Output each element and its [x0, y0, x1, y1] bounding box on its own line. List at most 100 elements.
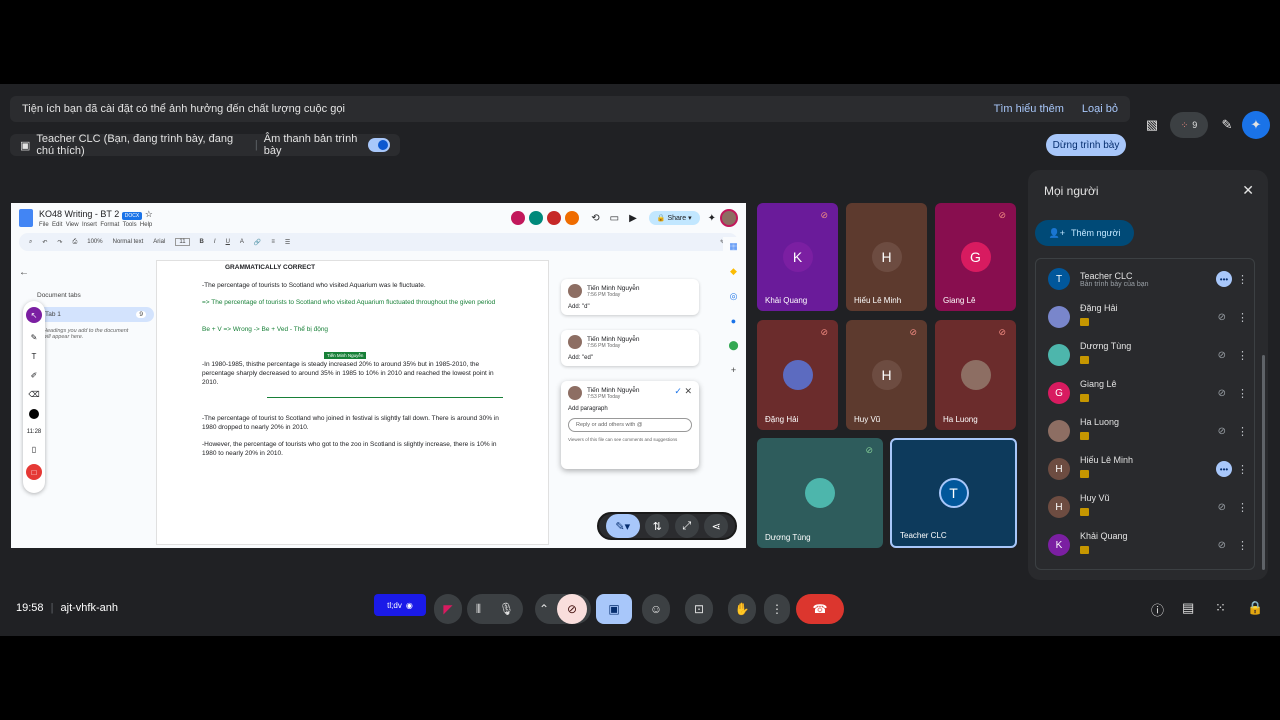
list-item[interactable]: T Teacher CLC Bản trình bày của bạn ••• ⋮: [1048, 266, 1248, 292]
more-options-icon[interactable]: ⋮: [1237, 425, 1248, 438]
list-item[interactable]: Đặng Hải ⊘ ⋮: [1048, 303, 1248, 330]
stop-annotation-icon[interactable]: □: [26, 464, 42, 480]
reply-input[interactable]: Reply or add others with @: [568, 418, 692, 432]
bold-icon[interactable]: B: [200, 239, 204, 245]
participant-tile-self[interactable]: T Teacher CLC: [890, 438, 1017, 548]
more-options-icon[interactable]: ⋮: [1237, 501, 1248, 514]
more-options-icon[interactable]: ⋮: [1237, 273, 1248, 286]
participant-tile[interactable]: ⊘ Dương Tùng: [757, 438, 883, 548]
pen-icon[interactable]: ✎: [1213, 111, 1241, 139]
calendar-icon[interactable]: ▦: [729, 241, 738, 252]
captions-button[interactable]: ⊡: [685, 594, 713, 624]
menu-insert[interactable]: Insert: [82, 222, 97, 228]
active-comment-card[interactable]: Tiến Minh Nguyễn 7:53 PM Today ✓ ✕ Add pa…: [561, 381, 699, 469]
leave-call-button[interactable]: ☎: [796, 594, 844, 624]
mic-button[interactable]: ⫴ 🎙: [467, 594, 523, 624]
activities-icon[interactable]: ⁙: [1215, 600, 1226, 616]
list-item[interactable]: Ha Luong ⊘ ⋮: [1048, 417, 1248, 444]
collaborator-avatar[interactable]: [565, 211, 580, 225]
annotate-extension-button[interactable]: ◤: [434, 594, 462, 624]
gemini-icon[interactable]: ✦: [1242, 111, 1270, 139]
expand-icon[interactable]: ⤢: [674, 514, 699, 538]
list-item[interactable]: Dương Tùng ⊘ ⋮: [1048, 341, 1248, 368]
list-icon[interactable]: ☰: [285, 239, 290, 246]
more-options-icon[interactable]: ⋮: [1237, 311, 1248, 324]
more-options-icon[interactable]: ⋮: [1237, 387, 1248, 400]
add-addon-icon[interactable]: +: [731, 365, 736, 375]
text-color-icon[interactable]: A: [240, 239, 244, 245]
align-icon[interactable]: ≡: [271, 239, 275, 245]
comment-card[interactable]: Tiến Minh Nguyễn 7:56 PM Today Add: "d": [561, 279, 699, 315]
more-options-icon[interactable]: ⋮: [1237, 349, 1248, 362]
eraser-icon[interactable]: ⌫: [28, 390, 39, 399]
pen-tool-icon[interactable]: ✎: [31, 333, 38, 342]
remove-link[interactable]: Loại bỏ: [1082, 103, 1118, 115]
scrollbar[interactable]: [1262, 355, 1265, 570]
share-screen-icon[interactable]: ⋖: [704, 514, 729, 538]
video-icon[interactable]: ▶: [629, 213, 637, 224]
menu-tools[interactable]: Tools: [123, 222, 137, 228]
camera-button[interactable]: ⌃ ⊘: [535, 594, 591, 624]
more-options-icon[interactable]: ⋮: [1237, 463, 1248, 476]
font-size-input[interactable]: 11: [175, 238, 190, 246]
meeting-code[interactable]: ajt-vhfk-anh: [61, 602, 118, 614]
link-icon[interactable]: 🔗: [254, 239, 261, 246]
audio-toggle[interactable]: [367, 138, 390, 152]
more-options-button[interactable]: ⋮: [764, 594, 790, 624]
user-avatar[interactable]: [720, 209, 738, 227]
info-icon[interactable]: ⓘ: [1151, 600, 1164, 619]
redo-icon[interactable]: ↷: [57, 239, 62, 246]
collaborator-avatar[interactable]: [511, 211, 526, 225]
participants-button[interactable]: ⁘ 9: [1170, 112, 1208, 138]
participant-tile[interactable]: ⊘ Đặng Hải: [757, 320, 838, 430]
star-icon[interactable]: ☆: [145, 209, 153, 219]
text-tool-icon[interactable]: T: [32, 352, 37, 361]
clear-icon[interactable]: ▯: [32, 445, 36, 454]
zoom-select[interactable]: 100%: [87, 239, 102, 245]
swap-icon[interactable]: ⇅: [645, 514, 670, 538]
menu-edit[interactable]: Edit: [52, 222, 62, 228]
list-item[interactable]: H Hiếu Lê Minh ••• ⋮: [1048, 455, 1248, 482]
participant-tile[interactable]: ⊘ G Giang Lê: [935, 203, 1016, 311]
maps-icon[interactable]: ⬤: [728, 340, 738, 351]
menu-format[interactable]: Format: [100, 222, 119, 228]
more-options-icon[interactable]: ⋮: [1237, 539, 1248, 552]
no-camera-icon[interactable]: ▧: [1138, 111, 1166, 139]
keep-icon[interactable]: ◆: [730, 266, 737, 277]
menu-view[interactable]: View: [66, 222, 79, 228]
close-icon[interactable]: ✕: [1242, 182, 1254, 199]
list-item[interactable]: G Giang Lê ⊘ ⋮: [1048, 379, 1248, 406]
participant-tile[interactable]: H Hiếu Lê Minh: [846, 203, 927, 311]
present-button[interactable]: ▣: [596, 594, 632, 624]
comment-card[interactable]: Tiến Minh Nguyễn 7:56 PM Today Add: "ed": [561, 330, 699, 366]
underline-icon[interactable]: U: [226, 239, 230, 245]
menu-file[interactable]: File: [39, 222, 49, 228]
doc-title[interactable]: KO48 Writing - BT 2: [39, 209, 119, 219]
back-arrow-icon[interactable]: ←: [19, 267, 154, 278]
chat-icon[interactable]: ▤: [1182, 600, 1194, 616]
stop-presenting-button[interactable]: Dừng trình bày: [1046, 134, 1126, 156]
cursor-tool-icon[interactable]: ↖: [26, 307, 42, 323]
participant-tile[interactable]: ⊘ Ha Luong: [935, 320, 1016, 430]
contacts-icon[interactable]: ●: [731, 316, 736, 326]
tab-1[interactable]: Tab 1 9: [37, 307, 154, 322]
add-people-button[interactable]: 👤+ Thêm người: [1035, 220, 1134, 246]
share-button[interactable]: 🔒 Share ▾: [648, 211, 700, 225]
host-controls-icon[interactable]: 🔒: [1247, 600, 1263, 616]
learn-more-link[interactable]: Tìm hiểu thêm: [994, 103, 1064, 115]
gemini-doc-icon[interactable]: ✦: [708, 213, 716, 224]
collaborator-avatar[interactable]: [529, 211, 544, 225]
participant-tile[interactable]: ⊘ H Huy Vũ: [846, 320, 927, 430]
annotate-icon[interactable]: ✎▾: [605, 514, 640, 538]
style-select[interactable]: Normal text: [113, 239, 144, 245]
color-picker[interactable]: [29, 409, 39, 419]
raise-hand-button[interactable]: ✋: [728, 594, 756, 624]
list-item[interactable]: H Huy Vũ ⊘ ⋮: [1048, 493, 1248, 520]
list-item[interactable]: K Khải Quang ⊘ ⋮: [1048, 531, 1248, 558]
participant-tile[interactable]: ⊘ K Khải Quang: [757, 203, 838, 311]
collaborator-avatar[interactable]: [547, 211, 562, 225]
tldv-extension-button[interactable]: tl;dv ◉: [374, 594, 426, 616]
resolve-check-icon[interactable]: ✓ ✕: [674, 386, 692, 397]
search-icon[interactable]: ⌕: [29, 239, 32, 246]
font-select[interactable]: Arial: [153, 239, 165, 245]
